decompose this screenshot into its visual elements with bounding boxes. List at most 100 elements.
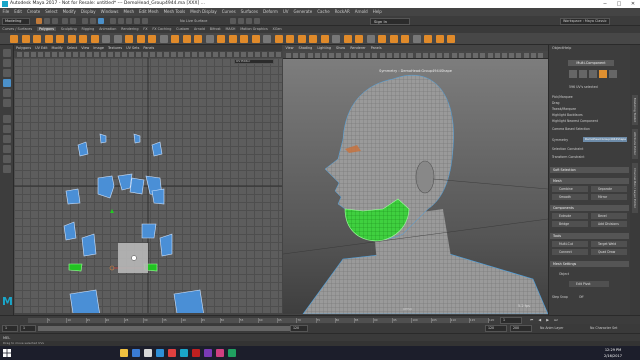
uv-tool-icon[interactable] xyxy=(213,52,218,57)
uv-tool-icon[interactable] xyxy=(31,52,36,57)
option-highlight-nearest[interactable]: Highlight Nearest Component xyxy=(552,119,598,123)
uv-mode-icon[interactable] xyxy=(599,70,607,78)
face-mode-icon[interactable] xyxy=(589,70,597,78)
uv-tool-icon[interactable] xyxy=(248,52,253,57)
tools-section-header[interactable]: Tools xyxy=(550,233,629,239)
paint-select-icon[interactable] xyxy=(3,69,11,77)
close-button[interactable]: ✕ xyxy=(626,0,640,8)
hypershade-icon[interactable] xyxy=(254,18,260,24)
viewport-tool-icon[interactable] xyxy=(538,52,543,58)
viewport-tool-icon[interactable] xyxy=(473,52,479,58)
playback-controls[interactable]: ⏮ ◀ ▶ ⏭ xyxy=(530,317,630,324)
viewport-tool-icon[interactable] xyxy=(336,52,342,58)
shelf-tool-icon[interactable] xyxy=(412,35,421,43)
uv-tool-icon[interactable] xyxy=(38,52,43,57)
shelf-tool-icon[interactable] xyxy=(435,35,444,43)
viewport-tool-icon[interactable] xyxy=(516,52,522,58)
maya-taskbar-icon[interactable] xyxy=(180,349,188,357)
uv-tool-icon[interactable] xyxy=(164,52,169,57)
extrude-button[interactable]: Extrude xyxy=(552,213,588,219)
combine-button[interactable]: Combine xyxy=(552,186,588,192)
mesh-settings-header[interactable]: Mesh Settings xyxy=(550,261,629,267)
multi-cut-button[interactable]: Multi-Cut xyxy=(552,241,588,247)
edit-pivot-button[interactable]: Edit Pivot xyxy=(569,281,609,287)
current-frame-field[interactable]: 1 xyxy=(500,317,522,324)
shelf-tool-icon[interactable] xyxy=(113,35,122,43)
target-weld-button[interactable]: Target Weld xyxy=(591,241,627,247)
viewport-tool-icon[interactable] xyxy=(401,52,407,58)
minimize-button[interactable]: ─ xyxy=(598,0,612,8)
four-view-icon[interactable] xyxy=(3,125,11,133)
uv-tool-icon[interactable] xyxy=(136,52,141,57)
viewport-tool-icon[interactable] xyxy=(386,52,392,58)
menu-select[interactable]: Select xyxy=(45,9,57,14)
shelf-tool-icon[interactable] xyxy=(56,35,64,43)
single-view-icon[interactable] xyxy=(3,115,11,123)
uv-shells[interactable] xyxy=(14,58,282,313)
viewport-tool-icon[interactable] xyxy=(365,52,371,58)
shelf-tool-icon[interactable] xyxy=(378,35,386,43)
uv-menu-textures[interactable]: Textures xyxy=(108,46,122,50)
uv-menu-polygons[interactable]: Polygons xyxy=(16,46,31,50)
shelf-tool-icon[interactable] xyxy=(159,35,168,43)
viewport-tool-icon[interactable] xyxy=(502,52,507,58)
add-divisions-button[interactable]: Add Divisions xyxy=(591,221,627,227)
taskbar-clock[interactable]: 12:29 PM 2/16/2017 xyxy=(598,347,628,359)
uv-tool-icon[interactable] xyxy=(115,52,120,57)
shelf-tool-icon[interactable] xyxy=(320,35,329,43)
select-tool-icon[interactable] xyxy=(3,49,11,57)
viewport-tool-icon[interactable] xyxy=(523,52,529,58)
menu-windows[interactable]: Windows xyxy=(101,9,119,14)
camera-based-selection[interactable]: Camera Based Selection xyxy=(552,127,590,131)
uv-menu-panels[interactable]: Panels xyxy=(143,46,154,50)
viewport-tool-icon[interactable] xyxy=(451,52,457,58)
tab-channel-box[interactable]: Channel Box / Layer Editor xyxy=(632,163,638,213)
uv-tool-icon[interactable] xyxy=(227,52,232,57)
media-icon[interactable] xyxy=(168,349,176,357)
viewport-tool-icon[interactable] xyxy=(350,52,356,58)
viewport-tool-icon[interactable] xyxy=(358,52,363,58)
menu-display[interactable]: Display xyxy=(81,9,96,14)
graph-layout-icon[interactable] xyxy=(3,155,11,163)
scale-tool-icon[interactable] xyxy=(3,99,11,107)
option-drag[interactable]: Drag xyxy=(552,101,560,105)
shelf-tab-custom[interactable]: Custom xyxy=(176,27,189,31)
viewport-tool-icon[interactable] xyxy=(300,52,306,58)
tab-attribute-editor[interactable]: Attribute Editor xyxy=(632,129,638,159)
uv-tool-icon[interactable] xyxy=(220,52,225,57)
viewport-tool-icon[interactable] xyxy=(437,52,443,58)
shelf-tab-bifrost[interactable]: Bifrost xyxy=(210,27,221,31)
viewport-menu-renderer[interactable]: Renderer xyxy=(350,46,365,50)
shelf-tool-icon[interactable] xyxy=(171,35,179,43)
viewport-tool-icon[interactable] xyxy=(286,52,291,58)
uv-menu-image[interactable]: Image xyxy=(93,46,104,50)
shelf-tool-icon[interactable] xyxy=(217,35,225,43)
shelf-tool-icon[interactable] xyxy=(44,35,53,43)
uv-menu-uv-sets[interactable]: UV Sets xyxy=(126,46,139,50)
uv-tool-icon[interactable] xyxy=(199,52,204,57)
shelf-tab-rendering[interactable]: Rendering xyxy=(121,27,138,31)
undo-icon[interactable] xyxy=(62,18,68,24)
anim-end-field[interactable]: 200 xyxy=(510,325,532,332)
uv-tool-icon[interactable] xyxy=(185,52,190,57)
quad-draw-button[interactable]: Quad Draw xyxy=(591,249,627,255)
uv-tool-icon[interactable] xyxy=(59,52,64,57)
render-settings-icon[interactable] xyxy=(246,18,252,24)
menu-curves[interactable]: Curves xyxy=(222,9,236,14)
shelf-tool-icon[interactable] xyxy=(90,35,99,43)
viewport-tool-icon[interactable] xyxy=(458,52,464,58)
uv-tool-icon[interactable] xyxy=(24,52,29,57)
menu-arnold[interactable]: Arnold xyxy=(355,9,368,14)
viewport-menu-view[interactable]: View xyxy=(286,46,294,50)
uv-tool-icon[interactable] xyxy=(241,52,246,57)
shelf-tool-icon[interactable] xyxy=(125,35,133,43)
shelf-tool-icon[interactable] xyxy=(286,35,294,43)
symmetry-field[interactable]: DemoHead:Group4944Shape xyxy=(583,137,627,142)
ipr-render-icon[interactable] xyxy=(238,18,244,24)
snap-view-icon[interactable] xyxy=(134,18,140,24)
range-bar[interactable] xyxy=(38,326,308,331)
move-tool-icon[interactable] xyxy=(3,79,11,87)
start-time-field[interactable]: 1 xyxy=(2,325,18,332)
tab-modeling-toolkit[interactable]: Modeling Toolkit xyxy=(632,95,638,125)
maximize-button[interactable]: □ xyxy=(612,0,626,8)
